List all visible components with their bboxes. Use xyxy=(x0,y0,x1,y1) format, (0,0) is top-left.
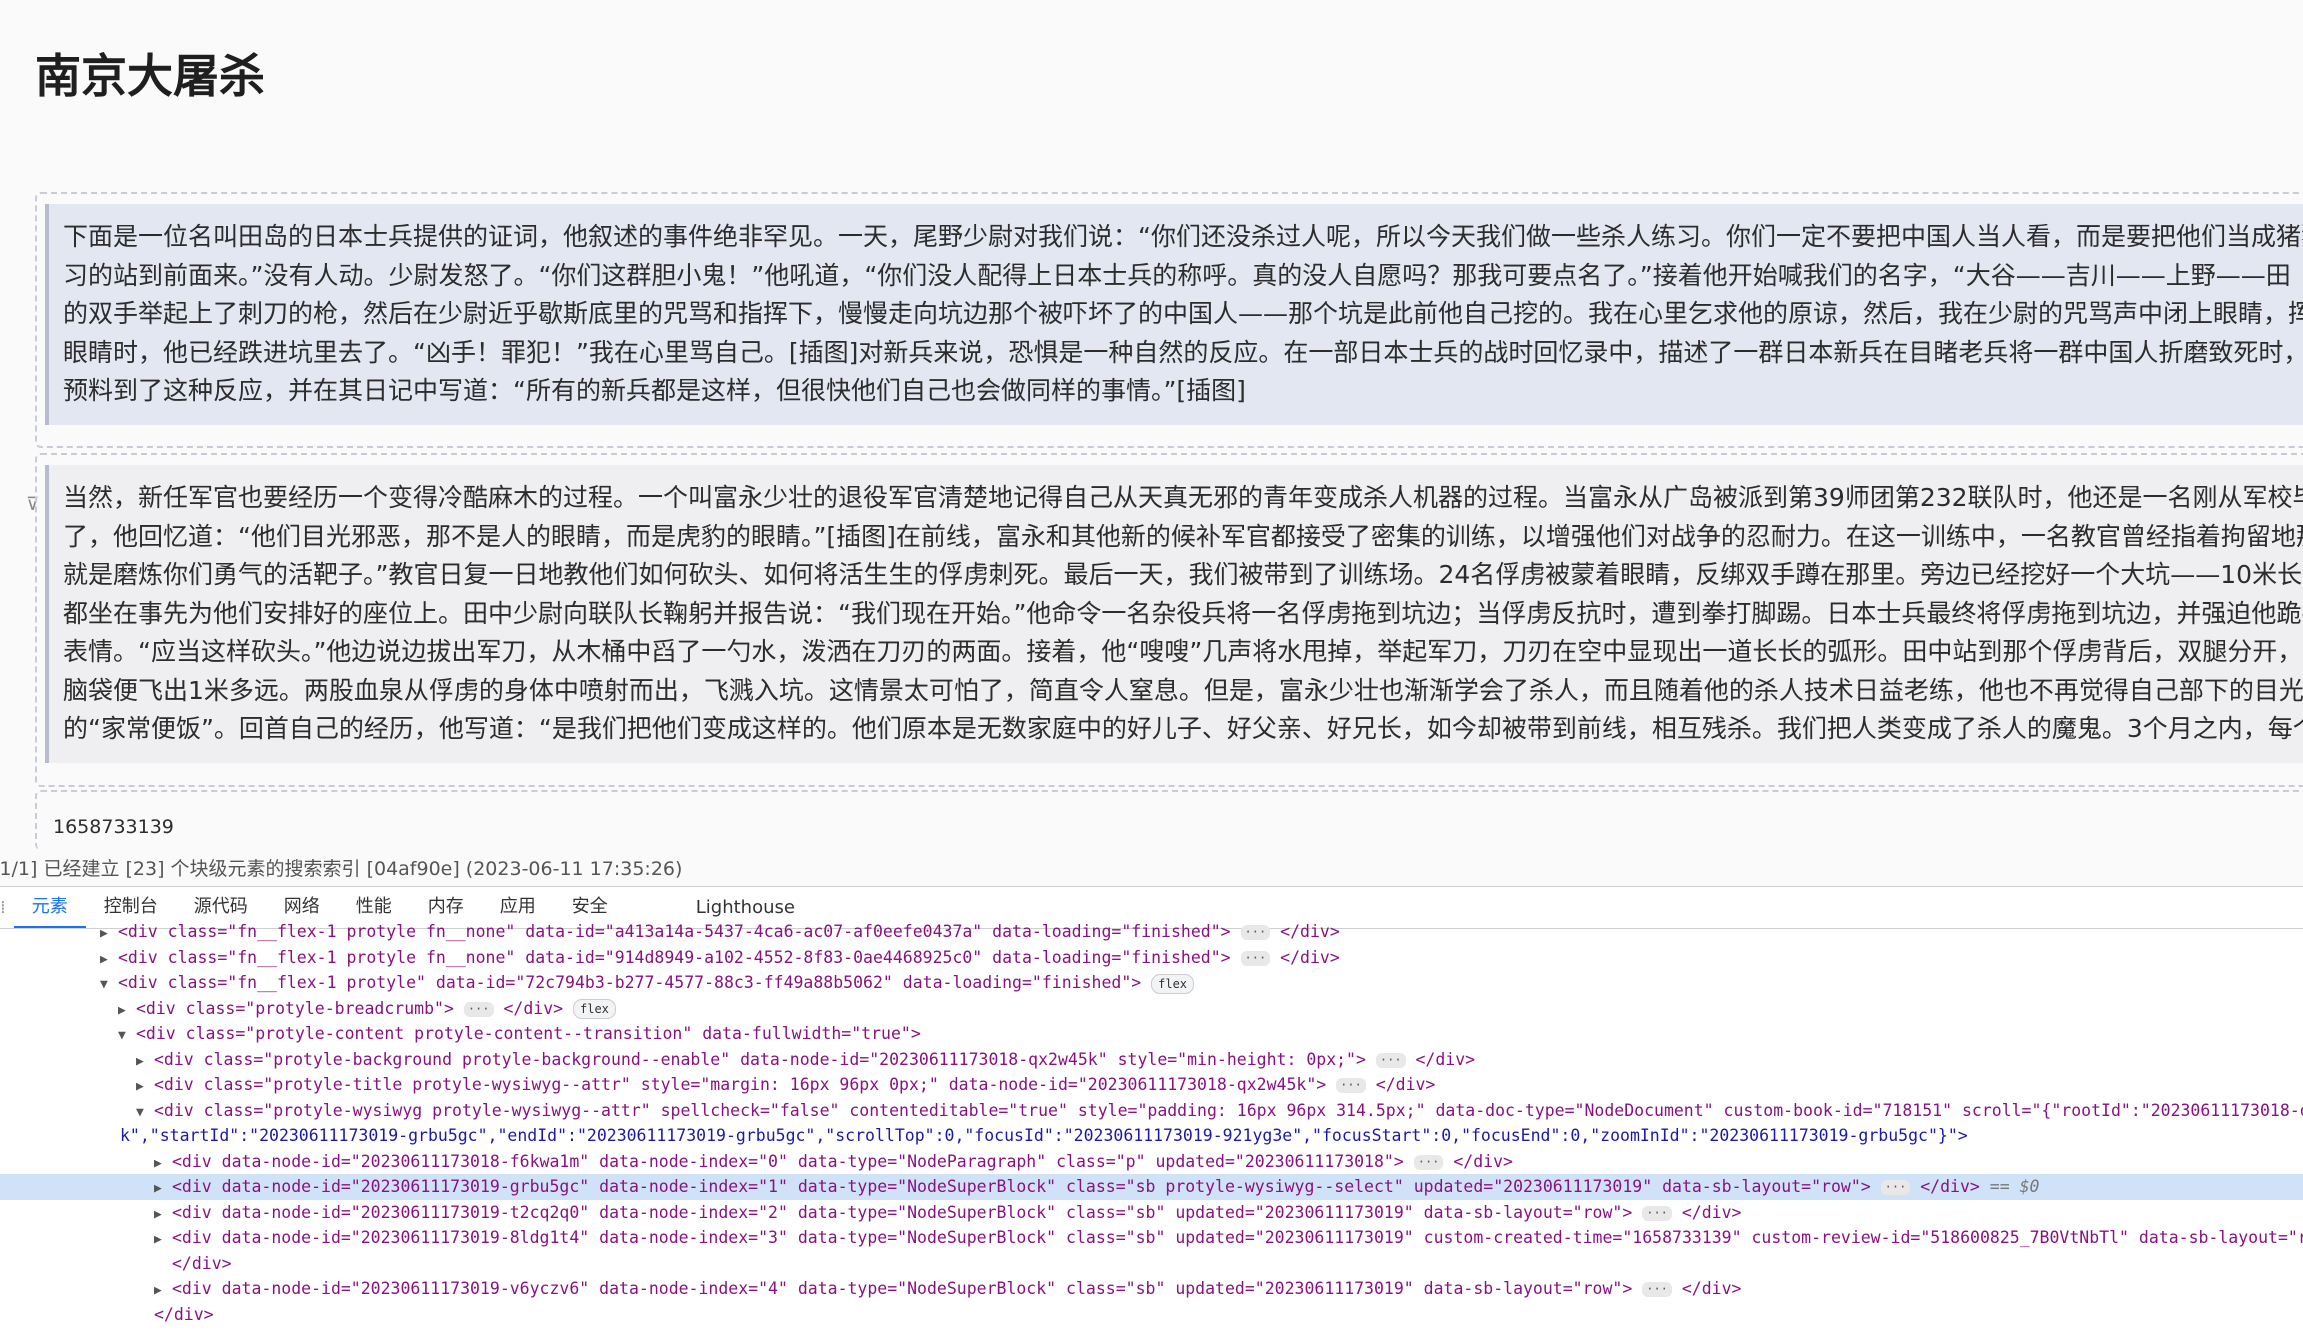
expand-arrow-icon[interactable]: ▶ xyxy=(136,1074,154,1100)
dom-node-line[interactable]: ▶ <div class="fn__flex-1 protyle fn__none… xyxy=(0,919,2303,945)
dom-node-line[interactable]: ▶ <div class="protyle-title protyle-wysiw… xyxy=(0,1072,2303,1098)
devtools-panel: ⁞ 元素 控制台 源代码 网络 性能 内存 应用 安全 Lighthouse ▶… xyxy=(0,886,2303,1331)
text-line: 表情。“应当这样砍头。”他边说边拔出军刀，从木桶中舀了一勺水，泼洒在刀刃的两面。… xyxy=(63,637,2303,666)
dom-node-line[interactable]: ▼ <div class="protyle-content protyle-con… xyxy=(0,1021,2303,1047)
expand-arrow-icon[interactable]: ▶ xyxy=(136,1049,154,1075)
block-3-paragraph[interactable]: 1658733139 xyxy=(45,802,2303,840)
ellipsis-badge[interactable]: ··· xyxy=(463,1001,494,1017)
dom-node-line-continued[interactable]: k","startId":"20230611173019-grbu5gc","e… xyxy=(0,1123,2303,1149)
ellipsis-badge[interactable]: ··· xyxy=(1336,1078,1366,1093)
dom-node-line[interactable]: ▶ <div data-node-id="20230611173019-v6ycz… xyxy=(0,1276,2303,1302)
dom-node-line[interactable]: </div> xyxy=(0,1302,2303,1328)
expand-arrow-icon[interactable]: ▶ xyxy=(154,1202,172,1228)
dom-node-line[interactable]: ▶ <div class="protyle-breadcrumb"> ··· </… xyxy=(0,996,2303,1022)
ellipsis-badge[interactable]: ··· xyxy=(1642,1205,1672,1221)
dom-node-line[interactable]: ▶ <div data-node-id="20230611173019-t2cq2… xyxy=(0,1200,2303,1226)
block-1-paragraph[interactable]: 下面是一位名叫田岛的日本士兵提供的证词，他叙述的事件绝非罕见。一天，尾野少尉对我… xyxy=(45,204,2303,425)
dom-node-line[interactable]: ▶ <div class="fn__flex-1 protyle fn__none… xyxy=(0,945,2303,971)
expand-arrow-icon[interactable]: ▶ xyxy=(154,1278,172,1304)
text-line: 的“家常便饭”。回首自己的经历，他写道：“是我们把他们变成这样的。他们原本是无数… xyxy=(63,714,2303,743)
dom-node-line[interactable]: ▶ <div data-node-id="20230611173018-f6kwa… xyxy=(0,1149,2303,1175)
collapse-arrow-icon[interactable]: ▼ xyxy=(136,1100,154,1126)
flex-badge[interactable]: flex xyxy=(1151,973,1195,994)
expand-arrow-icon[interactable]: ▶ xyxy=(100,921,118,947)
dom-tree[interactable]: ▶ <div class="fn__flex-1 protyle fn__none… xyxy=(0,919,2303,1327)
text-line: 当然，新任军官也要经历一个变得冷酷麻木的过程。一个叫富永少壮的退役军官清楚地记得… xyxy=(63,483,2303,512)
ellipsis-badge[interactable]: ··· xyxy=(1240,950,1271,966)
dom-node-line[interactable]: ▼ <div class="fn__flex-1 protyle" data-id… xyxy=(0,970,2303,996)
dom-node-line-continued[interactable]: </div> xyxy=(0,1251,2303,1277)
collapse-arrow-icon[interactable]: ▼ xyxy=(118,1023,136,1049)
text-line: 习的站到前面来。”没有人动。少尉发怒了。“你们这群胆小鬼！”他吼道，“你们没人配… xyxy=(63,260,2291,290)
ellipsis-badge[interactable]: ··· xyxy=(1375,1052,1406,1068)
dom-node-line[interactable]: ▶ <div data-node-id="20230611173019-8ldg1… xyxy=(0,1225,2303,1251)
status-text: [1/1] 已经建立 [23] 个块级元素的搜索索引 [04af90e] (20… xyxy=(0,858,683,880)
super-block-2[interactable]: 当然，新任军官也要经历一个变得冷酷麻木的过程。一个叫富永少壮的退役军官清楚地记得… xyxy=(35,453,2303,787)
expand-arrow-icon[interactable]: ▶ xyxy=(154,1176,172,1202)
text-line: 脑袋便飞出1米多远。两股血泉从俘虏的身体中喷射而出，飞溅入坑。这情景太可怕了，简… xyxy=(63,675,2303,705)
super-block-3[interactable]: 1658733139 xyxy=(35,790,2303,850)
ellipsis-badge[interactable]: ··· xyxy=(1240,925,1271,940)
dom-node-line[interactable]: ▼ <div class="protyle-wysiwyg protyle-wys… xyxy=(0,1098,2303,1124)
ellipsis-badge[interactable]: ··· xyxy=(1413,1154,1444,1170)
block-2-paragraph[interactable]: 当然，新任军官也要经历一个变得冷酷麻木的过程。一个叫富永少壮的退役军官清楚地记得… xyxy=(45,465,2303,763)
selected-node-marker: == $0 xyxy=(1989,1177,2040,1196)
expand-arrow-icon[interactable]: ▶ xyxy=(100,947,118,973)
dom-node-line-selected[interactable]: ▶ <div data-node-id="20230611173019-grbu5… xyxy=(0,1174,2303,1200)
ellipsis-badge[interactable]: ··· xyxy=(1642,1282,1672,1297)
text-line: 预料到了这种反应，并在其日记中写道：“所有的新兵都是这样，但很快他们自己也会做同… xyxy=(63,376,1246,405)
text-line: 都坐在事先为他们安排好的座位上。田中少尉向联队长鞠躬并报告说：“我们现在开始。”… xyxy=(63,598,2303,628)
expand-arrow-icon[interactable]: ▶ xyxy=(154,1227,172,1253)
collapse-arrow-icon[interactable]: ▼ xyxy=(100,972,118,998)
text-line: 了，他回忆道：“他们目光邪恶，那不是人的眼睛，而是虎豹的眼睛。”[插图]在前线，… xyxy=(63,521,2303,551)
text-line: 的双手举起上了刺刀的枪，然后在少尉近乎歇斯底里的咒骂和指挥下，慢慢走向坑边那个被… xyxy=(63,299,2303,328)
document-editor[interactable]: 南京大屠杀 下面是一位名叫田岛的日本士兵提供的证词，他叙述的事件绝非罕见。一天，… xyxy=(0,0,2303,886)
flex-badge[interactable]: flex xyxy=(573,999,616,1019)
status-bar: [1/1] 已经建立 [23] 个块级元素的搜索索引 [04af90e] (20… xyxy=(0,852,2303,886)
text-line: 就是磨炼你们勇气的活靶子。”教官日复一日地教他们如何砍头、如何将活生生的俘虏刺死… xyxy=(63,560,2303,589)
document-title[interactable]: 南京大屠杀 xyxy=(35,40,265,106)
expand-arrow-icon[interactable]: ▶ xyxy=(118,998,136,1024)
expand-arrow-icon[interactable]: ▶ xyxy=(154,1151,172,1177)
text-line: 下面是一位名叫田岛的日本士兵提供的证词，他叙述的事件绝非罕见。一天，尾野少尉对我… xyxy=(63,222,2303,251)
ellipsis-badge[interactable]: ··· xyxy=(1880,1180,1911,1195)
dom-node-line[interactable]: ▶ <div class="protyle-background protyle-… xyxy=(0,1047,2303,1073)
super-block-1[interactable]: 下面是一位名叫田岛的日本士兵提供的证词，他叙述的事件绝非罕见。一天，尾野少尉对我… xyxy=(35,192,2303,448)
text-line: 眼睛时，他已经跌进坑里去了。“凶手！罪犯！”我在心里骂自己。[插图]对新兵来说，… xyxy=(63,337,2303,367)
